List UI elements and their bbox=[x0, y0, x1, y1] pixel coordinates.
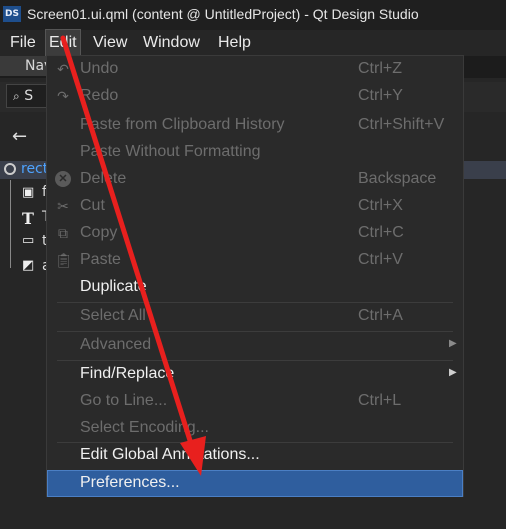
menu-item-shortcut: Ctrl+A bbox=[358, 307, 403, 324]
menu-item-advanced[interactable]: Advanced ▶ bbox=[47, 332, 463, 359]
tree-root-icon bbox=[4, 163, 16, 175]
menu-item-find-replace[interactable]: Find/Replace ▶ bbox=[47, 361, 463, 388]
menu-item-label: Paste Without Formatting bbox=[80, 143, 261, 160]
back-arrow-icon[interactable]: ← bbox=[12, 126, 27, 147]
undo-icon: ↶ bbox=[57, 61, 69, 77]
menu-item-label: Select Encoding... bbox=[80, 419, 209, 436]
submenu-arrow-icon: ▶ bbox=[449, 367, 457, 378]
tree-connector-line bbox=[10, 180, 11, 268]
menu-item-paste[interactable]: 📋︎ Paste Ctrl+V bbox=[47, 247, 463, 274]
menu-item-label: Paste bbox=[80, 251, 121, 268]
text-item-icon: T bbox=[22, 209, 34, 228]
menu-item-label: Edit Global Annotations... bbox=[80, 446, 260, 463]
menu-item-label: Copy bbox=[80, 224, 118, 241]
menu-item-redo[interactable]: ↷ Redo Ctrl+Y bbox=[47, 83, 463, 110]
search-icon: ⌕ bbox=[13, 89, 20, 103]
submenu-arrow-icon: ▶ bbox=[449, 338, 457, 349]
menu-edit[interactable]: Edit bbox=[45, 29, 81, 57]
menu-item-shortcut: Ctrl+Z bbox=[358, 60, 402, 77]
menu-item-label: Find/Replace bbox=[80, 365, 175, 382]
menu-item-go-to-line[interactable]: Go to Line... Ctrl+L bbox=[47, 388, 463, 415]
delete-icon: ✕ bbox=[55, 171, 71, 187]
menu-item-shortcut: Ctrl+C bbox=[358, 224, 404, 241]
menu-item-cut[interactable]: ✂ Cut Ctrl+X bbox=[47, 193, 463, 220]
menu-item-label: Select All bbox=[80, 307, 146, 324]
menu-item-preferences[interactable]: Preferences... bbox=[47, 470, 463, 497]
menu-item-label: Undo bbox=[80, 60, 119, 77]
menu-item-select-encoding[interactable]: Select Encoding... bbox=[47, 415, 463, 442]
menu-item-shortcut: Backspace bbox=[358, 170, 437, 187]
menu-item-shortcut: Ctrl+L bbox=[358, 392, 402, 409]
menu-view[interactable]: View bbox=[90, 30, 130, 56]
redo-icon: ↷ bbox=[57, 88, 69, 104]
paste-icon: 📋︎ bbox=[55, 252, 73, 268]
menu-item-delete[interactable]: ✕ Delete Backspace bbox=[47, 166, 463, 193]
menu-item-shortcut: Ctrl+Y bbox=[358, 87, 403, 104]
menu-item-label: Delete bbox=[80, 170, 127, 187]
cut-icon: ✂ bbox=[57, 198, 69, 214]
menu-item-paste-without-formatting[interactable]: Paste Without Formatting bbox=[47, 139, 463, 166]
tree-root-label[interactable]: rect bbox=[21, 161, 48, 177]
menu-item-duplicate[interactable]: Duplicate bbox=[47, 274, 463, 301]
menu-item-label: Redo bbox=[80, 87, 119, 104]
menu-help[interactable]: Help bbox=[215, 30, 254, 56]
menu-item-label: Paste from Clipboard History bbox=[80, 116, 285, 133]
menu-item-paste-from-clipboard-history[interactable]: Paste from Clipboard History Ctrl+Shift+… bbox=[47, 112, 463, 139]
menu-file[interactable]: File bbox=[7, 30, 39, 56]
menu-item-label: Go to Line... bbox=[80, 392, 168, 409]
menu-item-undo[interactable]: ↶ Undo Ctrl+Z bbox=[47, 56, 463, 83]
menu-item-label: Preferences... bbox=[80, 474, 180, 491]
animation-item-icon: ◩ bbox=[22, 258, 35, 273]
window-title: Screen01.ui.qml (content @ UntitledProje… bbox=[27, 6, 419, 22]
menu-item-select-all[interactable]: Select All Ctrl+A bbox=[47, 303, 463, 330]
app-logo-icon: DS bbox=[3, 6, 21, 22]
menu-item-shortcut: Ctrl+V bbox=[358, 251, 403, 268]
menu-bar: File Edit View Window Help bbox=[0, 29, 506, 57]
menu-item-shortcut: Ctrl+X bbox=[358, 197, 403, 214]
edit-menu-dropdown: ↶ Undo Ctrl+Z ↷ Redo Ctrl+Y Paste from C… bbox=[46, 55, 464, 497]
menu-item-copy[interactable]: ⧉ Copy Ctrl+C bbox=[47, 220, 463, 247]
menu-item-shortcut: Ctrl+Shift+V bbox=[358, 116, 445, 133]
copy-icon: ⧉ bbox=[58, 225, 68, 241]
search-input-text: S bbox=[24, 88, 34, 104]
textfield-item-icon: ▭ bbox=[22, 233, 35, 248]
menu-item-label: Cut bbox=[80, 197, 105, 214]
menu-item-label: Advanced bbox=[80, 336, 152, 353]
menu-item-label: Duplicate bbox=[80, 278, 147, 295]
title-bar: DS Screen01.ui.qml (content @ UntitledPr… bbox=[0, 0, 506, 30]
flow-item-icon: ▣ bbox=[22, 185, 35, 200]
menu-item-edit-global-annotations[interactable]: Edit Global Annotations... bbox=[47, 442, 463, 469]
menu-window[interactable]: Window bbox=[140, 30, 203, 56]
